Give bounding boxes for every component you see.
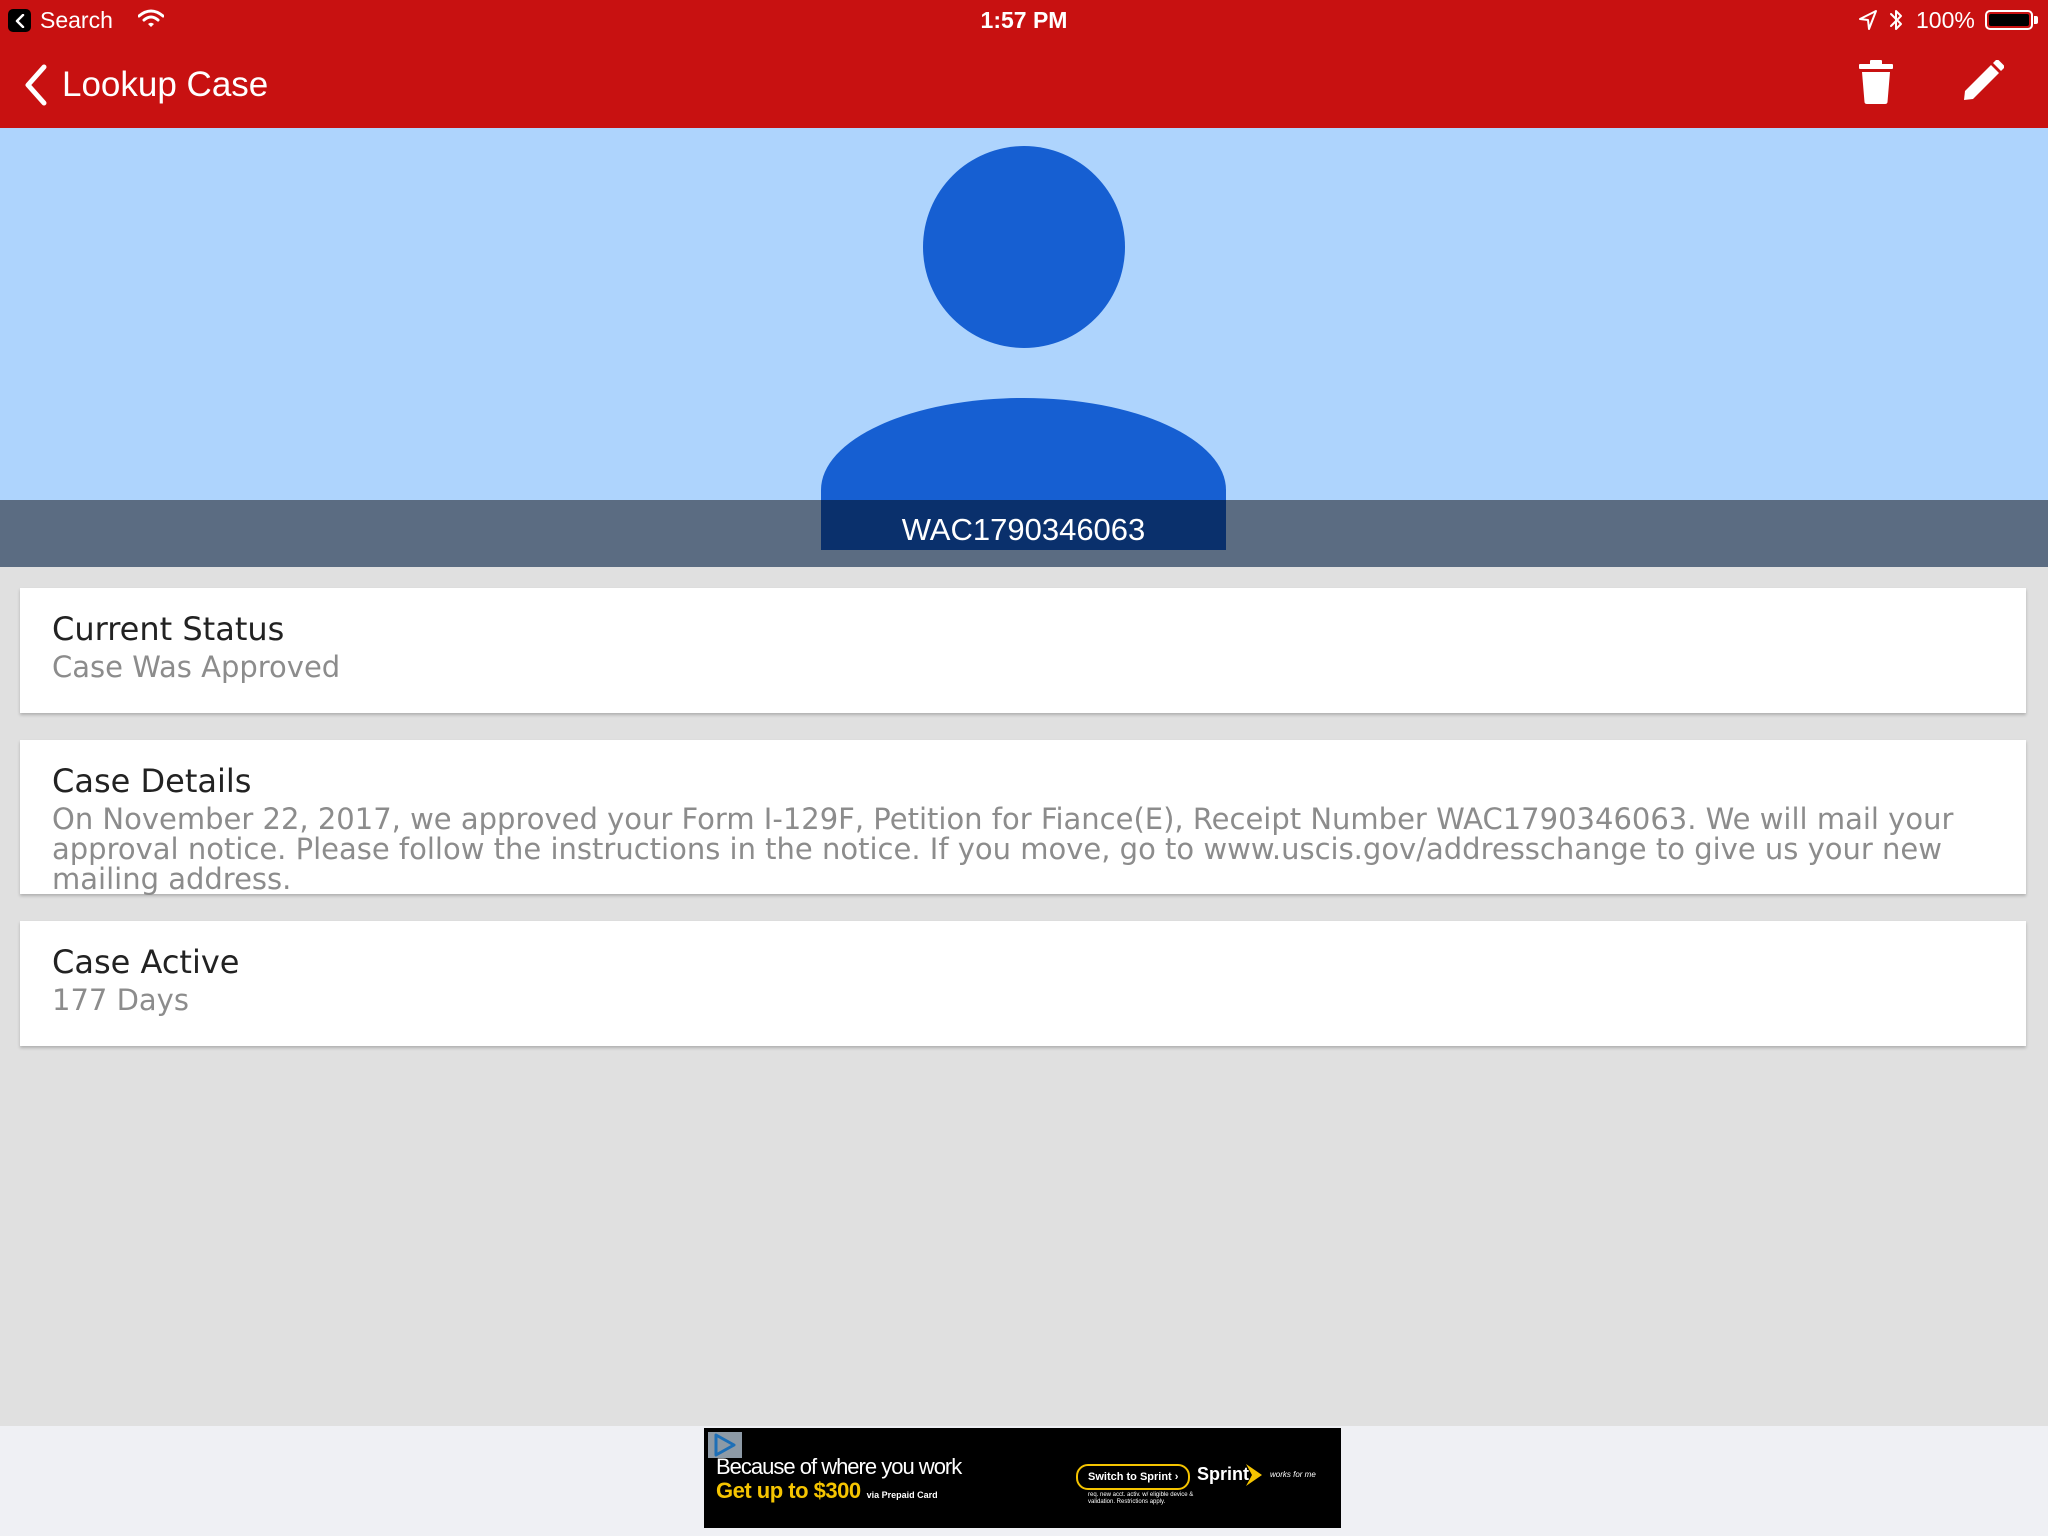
location-arrow-icon	[1859, 10, 1877, 30]
current-status-card: Current Status Case Was Approved	[20, 588, 2026, 713]
status-bar: Search 1:57 PM 100%	[0, 0, 2048, 40]
battery-icon	[1985, 10, 2033, 30]
battery-nub	[2034, 16, 2038, 24]
ad-brand: Sprint	[1197, 1464, 1249, 1484]
case-details-title: Case Details	[52, 762, 252, 800]
chevron-left-icon	[25, 64, 47, 106]
back-button[interactable]: Lookup Case	[20, 60, 268, 110]
ad-offer-text: Get up to $300	[716, 1478, 861, 1503]
ad-headline: Because of where you work	[716, 1454, 962, 1479]
nav-title: Lookup Case	[62, 65, 269, 104]
ad-offer-note: via Prepaid Card	[866, 1490, 938, 1500]
sprint-logo-icon	[1246, 1464, 1262, 1486]
battery-percentage: 100%	[1916, 7, 1975, 33]
case-active-value: 177 Days	[52, 983, 189, 1017]
bluetooth-icon	[1890, 10, 1902, 30]
battery-level-fill	[1989, 14, 2029, 26]
ad-offer: Get up to $300 via Prepaid Card	[716, 1478, 938, 1504]
case-active-card: Case Active 177 Days	[20, 921, 2026, 1046]
current-status-value: Case Was Approved	[52, 650, 341, 684]
case-details-card: Case Details On November 22, 2017, we ap…	[20, 740, 2026, 894]
person-silhouette-icon	[923, 146, 1125, 348]
status-time: 1:57 PM	[980, 7, 1068, 33]
case-details-text: On November 22, 2017, we approved your F…	[52, 802, 1954, 896]
trash-icon[interactable]	[1858, 60, 1894, 104]
ad-banner[interactable]: Because of where you work Get up to $300…	[704, 1428, 1341, 1528]
pencil-icon[interactable]	[1962, 60, 2004, 102]
ad-cta-button[interactable]: Switch to Sprint ›	[1076, 1464, 1191, 1490]
case-number: WAC1790346063	[901, 512, 1146, 547]
ad-fine-print: req. new acct. activ. w/ eligible device…	[1088, 1492, 1194, 1505]
case-active-title: Case Active	[52, 943, 240, 981]
current-status-title: Current Status	[52, 610, 285, 648]
ad-tagline: works for me	[1270, 1470, 1316, 1479]
app-header: Search 1:57 PM 100% Lookup Case	[0, 0, 2048, 128]
